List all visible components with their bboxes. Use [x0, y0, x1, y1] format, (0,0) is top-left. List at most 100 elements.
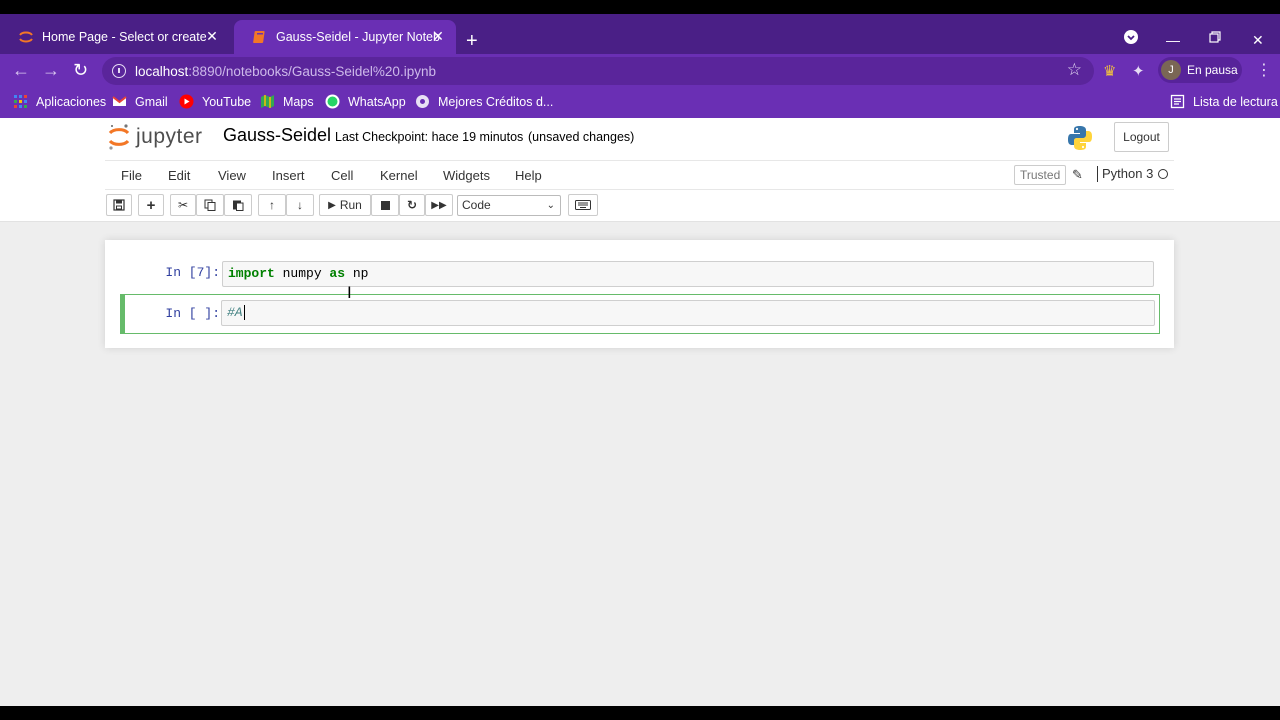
- kernel-idle-indicator-icon: [1158, 169, 1168, 179]
- menu-kernel[interactable]: Kernel: [380, 168, 418, 183]
- edit-pencil-icon[interactable]: ✎: [1072, 167, 1083, 183]
- logout-button[interactable]: Logout: [1114, 122, 1169, 152]
- tab-title: Home Page - Select or create a n: [42, 30, 206, 44]
- bookmark-label: Gmail: [135, 94, 168, 109]
- profile-button[interactable]: J En pausa: [1158, 57, 1242, 83]
- restart-icon: ↻: [406, 198, 418, 212]
- reading-list-label: Lista de lectura: [1193, 94, 1278, 109]
- save-button[interactable]: [106, 194, 132, 216]
- avatar: J: [1161, 60, 1181, 80]
- bookmark-star-icon[interactable]: ☆: [1067, 60, 1082, 80]
- bookmark-youtube[interactable]: YouTube: [179, 94, 251, 109]
- menu-insert[interactable]: Insert: [272, 168, 305, 183]
- tab-gauss-seidel[interactable]: Gauss-Seidel - Jupyter Notebook ✕: [234, 20, 456, 54]
- bookmark-label: YouTube: [202, 94, 252, 109]
- checkpoint-status: Last Checkpoint: hace 19 minutos: [335, 130, 524, 144]
- cell-type-select[interactable]: Code ⌄: [457, 195, 561, 216]
- tab-home-page[interactable]: Home Page - Select or create a n ✕: [0, 20, 230, 54]
- reading-list-button[interactable]: Lista de lectura: [1170, 94, 1278, 109]
- menu-cell[interactable]: Cell: [331, 168, 353, 183]
- restart-button[interactable]: ↻: [399, 194, 425, 216]
- jupyter-logo-icon: [108, 124, 130, 150]
- video-frame-top: [0, 0, 1280, 14]
- cut-button[interactable]: ✂: [170, 194, 196, 216]
- copy-button[interactable]: [196, 194, 224, 216]
- reading-list-icon: [1170, 94, 1185, 109]
- bookmark-label: Maps: [283, 94, 314, 109]
- move-down-button[interactable]: ↓: [286, 194, 314, 216]
- menu-widgets[interactable]: Widgets: [443, 168, 490, 183]
- bookmark-aplicaciones[interactable]: Aplicaciones: [13, 94, 106, 109]
- close-window-icon[interactable]: ✕: [1252, 32, 1264, 49]
- fast-forward-icon: ▶▶: [431, 199, 447, 211]
- bookmark-maps[interactable]: Maps: [260, 94, 314, 109]
- jupyter-logo-text: jupyter: [136, 125, 203, 148]
- code-editor[interactable]: #A: [221, 300, 1155, 326]
- restore-icon[interactable]: [1209, 30, 1221, 46]
- bookmark-mejores-creditos[interactable]: Mejores Créditos d...: [415, 94, 553, 109]
- code-cell[interactable]: In [7]: import numpy as np: [120, 257, 1160, 287]
- address-bar[interactable]: localhost:8890/notebooks/Gauss-Seidel%20…: [102, 57, 1094, 85]
- tab-search-icon[interactable]: [1124, 30, 1138, 47]
- jupyter-page: jupyter Gauss-Seidel Last Checkpoint: ha…: [0, 118, 1280, 706]
- notebook-name[interactable]: Gauss-Seidel: [223, 125, 331, 146]
- notebook-container: In [7]: import numpy as np In [ ]: #A: [105, 240, 1174, 348]
- bookmark-whatsapp[interactable]: WhatsApp: [325, 94, 406, 109]
- back-icon[interactable]: ←: [12, 61, 30, 79]
- browser-tab-bar: Home Page - Select or create a n ✕ Gauss…: [0, 14, 1280, 54]
- browser-menu-icon[interactable]: ⋮: [1256, 60, 1272, 80]
- menu-edit[interactable]: Edit: [168, 168, 190, 183]
- notebook-menubar: File Edit View Insert Cell Kernel Widget…: [105, 160, 1174, 190]
- minimize-icon[interactable]: —: [1166, 32, 1180, 48]
- globe-icon: [415, 94, 430, 109]
- keyboard-icon: [575, 200, 591, 210]
- run-label: Run: [339, 198, 362, 212]
- maps-icon: [260, 94, 275, 109]
- python-logo-icon: [1066, 124, 1094, 157]
- bookmark-label: WhatsApp: [348, 94, 406, 109]
- arrow-up-icon: ↑: [269, 198, 275, 212]
- site-info-icon[interactable]: [112, 64, 126, 78]
- restart-run-all-button[interactable]: ▶▶: [425, 194, 453, 216]
- profile-status: En pausa: [1187, 63, 1238, 77]
- bookmark-label: Mejores Créditos d...: [438, 94, 554, 109]
- command-palette-button[interactable]: [568, 194, 598, 216]
- notebook-favicon-icon: [252, 29, 268, 45]
- bookmarks-bar: Aplicaciones Gmail YouTube Maps WhatsApp…: [0, 88, 1280, 118]
- menu-help[interactable]: Help: [515, 168, 542, 183]
- text-cursor: [243, 305, 245, 321]
- copy-icon: [204, 199, 216, 211]
- reload-icon[interactable]: ↻: [73, 61, 88, 79]
- insert-cell-button[interactable]: +: [138, 194, 164, 216]
- kernel-name: Python 3: [1097, 166, 1153, 182]
- jupyter-logo[interactable]: jupyter: [108, 122, 203, 152]
- close-tab-icon[interactable]: ✕: [430, 28, 446, 44]
- gmail-icon: [112, 94, 127, 109]
- input-prompt: In [7]:: [165, 265, 220, 280]
- run-button[interactable]: ▶ Run: [319, 194, 371, 216]
- bookmark-label: Aplicaciones: [36, 94, 107, 109]
- crown-extension-icon[interactable]: ♛: [1103, 62, 1116, 80]
- stop-icon: [380, 200, 390, 210]
- chevron-down-icon: ⌄: [546, 200, 555, 211]
- notebook-header: jupyter Gauss-Seidel Last Checkpoint: ha…: [0, 118, 1280, 222]
- new-tab-icon[interactable]: +: [466, 31, 478, 51]
- code-cell-selected[interactable]: In [ ]: #A: [120, 294, 1160, 334]
- paste-icon: [233, 200, 244, 211]
- code-editor[interactable]: import numpy as np: [222, 261, 1154, 287]
- apps-grid-icon: [13, 94, 28, 109]
- menu-view[interactable]: View: [218, 168, 246, 183]
- input-prompt: In [ ]:: [165, 306, 220, 321]
- paste-button[interactable]: [224, 194, 252, 216]
- move-up-button[interactable]: ↑: [258, 194, 286, 216]
- play-icon: ▶: [328, 199, 336, 211]
- trusted-badge[interactable]: Trusted: [1014, 165, 1067, 185]
- close-tab-icon[interactable]: ✕: [204, 28, 220, 44]
- bookmark-gmail[interactable]: Gmail: [112, 94, 168, 109]
- extensions-puzzle-icon[interactable]: ✦: [1132, 62, 1145, 80]
- tab-title: Gauss-Seidel - Jupyter Notebook: [276, 30, 440, 44]
- menu-file[interactable]: File: [121, 168, 142, 183]
- forward-icon[interactable]: →: [42, 61, 60, 79]
- interrupt-button[interactable]: [371, 194, 399, 216]
- url-text: localhost:8890/notebooks/Gauss-Seidel%20…: [135, 63, 436, 79]
